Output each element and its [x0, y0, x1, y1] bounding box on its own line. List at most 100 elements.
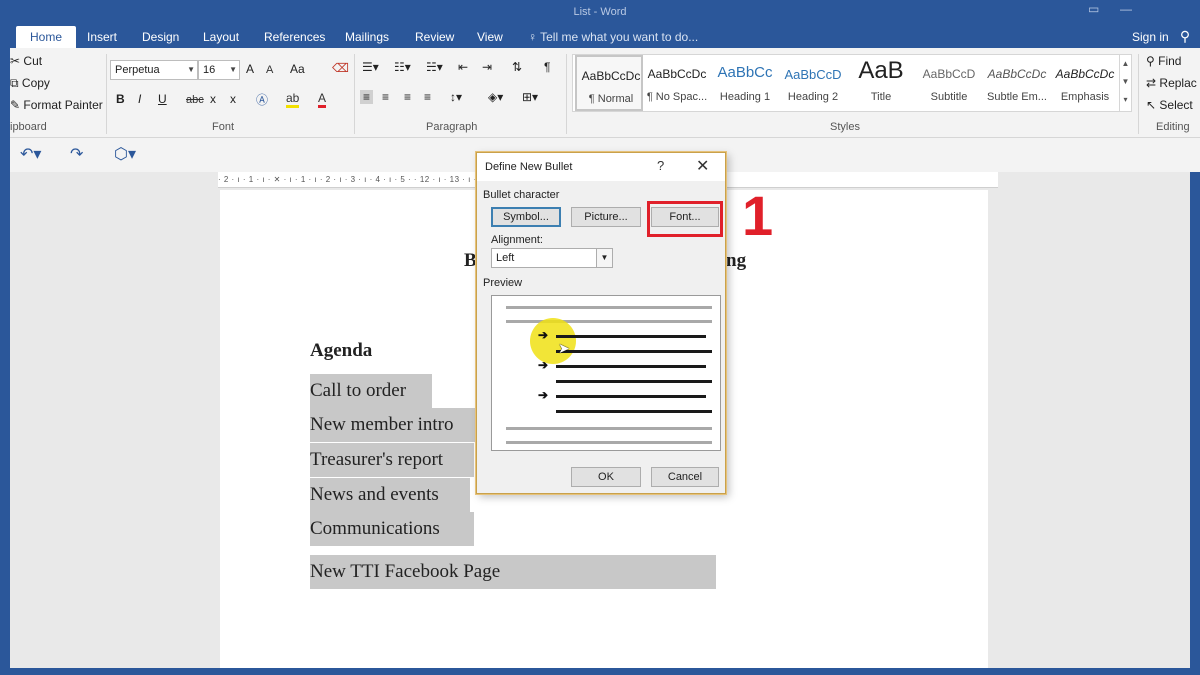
group-divider — [106, 54, 107, 134]
change-case-button[interactable]: Aa — [290, 62, 305, 76]
sort-icon[interactable]: ⇅ — [512, 60, 522, 74]
style-title[interactable]: AaB Title — [847, 55, 915, 111]
style-normal[interactable]: AaBbCcDc ¶ Normal — [575, 55, 643, 111]
style-subtitle[interactable]: AaBbCcD Subtitle — [915, 55, 983, 111]
style-preview: AaBbCc — [717, 64, 773, 81]
increase-indent-icon[interactable]: ⇥ — [482, 60, 492, 74]
list-item[interactable]: New TTI Facebook Page — [310, 555, 716, 589]
bullet-character-label: Bullet character — [483, 189, 560, 201]
preview-line — [556, 335, 706, 338]
list-item[interactable]: Call to order — [310, 374, 432, 408]
style-subtle-emphasis[interactable]: AaBbCcDc Subtle Em... — [983, 55, 1051, 111]
preview-line — [556, 365, 706, 368]
redo-icon[interactable]: ↷ — [70, 144, 83, 164]
style-preview: AaBbCcD — [922, 67, 976, 81]
tab-layout[interactable]: Layout — [199, 26, 243, 48]
style-emphasis[interactable]: AaBbCcDc Emphasis — [1051, 55, 1119, 111]
decrease-indent-icon[interactable]: ⇤ — [458, 60, 468, 74]
list-item[interactable]: Treasurer's report — [310, 443, 474, 477]
font-size-value: 16 — [203, 64, 216, 76]
font-group-label: Font — [212, 121, 235, 133]
cut-label: Cut — [23, 54, 43, 68]
tab-references[interactable]: References — [260, 26, 329, 48]
style-no-spacing[interactable]: AaBbCcDc ¶ No Spac... — [643, 55, 711, 111]
font-color-icon[interactable]: A — [318, 91, 327, 108]
align-left-icon[interactable]: ≡ — [360, 90, 374, 104]
underline-button[interactable]: U — [158, 92, 167, 106]
shrink-font-button[interactable]: A — [266, 64, 273, 76]
sign-in-link[interactable]: Sign in — [1132, 26, 1169, 48]
replace-button[interactable]: ⇄ Replac — [1146, 76, 1197, 90]
help-icon[interactable]: ? — [657, 158, 664, 173]
user-icon[interactable]: ⚲ — [1176, 28, 1194, 46]
style-name: Emphasis — [1060, 91, 1110, 103]
format-painter-button[interactable]: ✎ Format Painter — [10, 98, 103, 112]
justify-icon[interactable]: ≡ — [424, 90, 431, 104]
minimize-icon[interactable]: ▭ — [1088, 2, 1099, 16]
numbering-icon[interactable]: ☷▾ — [394, 60, 411, 74]
title-bar: List - Word ▭ — Home Insert Design Layou… — [0, 0, 1200, 48]
tab-mailings[interactable]: Mailings — [341, 26, 393, 48]
list-item[interactable]: New member intro — [310, 408, 480, 442]
preview-line — [556, 410, 712, 413]
find-button[interactable]: ⚲ Find — [1146, 54, 1181, 68]
ok-button[interactable]: OK — [571, 467, 641, 487]
select-button[interactable]: ↖ Select — [1146, 98, 1193, 112]
close-icon[interactable]: ✕ — [696, 156, 709, 176]
style-name: Subtle Em... — [987, 91, 1047, 103]
clear-formatting-icon[interactable]: ⌫ — [332, 61, 349, 75]
font-size-select[interactable]: 16 ▼ — [198, 60, 240, 80]
highlight-icon[interactable]: ab — [286, 91, 300, 108]
dialog-title-bar[interactable]: Define New Bullet ? ✕ — [477, 153, 725, 181]
pilcrow-icon[interactable]: ¶ — [544, 60, 550, 74]
style-preview: AaBbCcDc — [647, 67, 707, 81]
list-item[interactable]: Communications — [310, 512, 474, 546]
grow-font-button[interactable]: A — [246, 62, 254, 76]
replace-icon: ⇄ — [1146, 76, 1157, 90]
shading-icon[interactable]: ◈▾ — [488, 90, 503, 104]
font-name-value: Perpetua — [115, 64, 160, 76]
style-name: Heading 2 — [787, 91, 839, 103]
tell-me-search[interactable]: ♀ Tell me what you want to do... — [528, 26, 698, 48]
align-right-icon[interactable]: ≡ — [404, 90, 411, 104]
picture-button[interactable]: Picture... — [571, 207, 641, 227]
multilevel-list-icon[interactable]: ☵▾ — [426, 60, 443, 74]
tab-home[interactable]: Home — [16, 26, 77, 48]
line-spacing-icon[interactable]: ↕▾ — [450, 90, 462, 104]
define-new-bullet-dialog: Define New Bullet ? ✕ Bullet character S… — [476, 152, 726, 494]
editing-group-label: Editing — [1156, 121, 1190, 133]
customize-icon[interactable]: ⬡▾ — [114, 144, 136, 164]
copy-button[interactable]: ⧉ Copy — [10, 76, 50, 91]
alignment-select[interactable]: Left ▼ — [491, 248, 613, 268]
borders-icon[interactable]: ⊞▾ — [522, 90, 538, 104]
font-name-select[interactable]: Perpetua ▼ — [110, 60, 198, 80]
bold-button[interactable]: B — [116, 92, 125, 106]
superscript-button[interactable]: x — [230, 92, 236, 106]
list-item[interactable]: News and events — [310, 478, 470, 512]
alignment-value: Left — [496, 252, 515, 264]
style-name: Title — [870, 91, 892, 103]
styles-scroll[interactable]: ▲ ▼ ▾ — [1119, 55, 1131, 111]
tab-insert[interactable]: Insert — [83, 26, 121, 48]
subscript-button[interactable]: x — [210, 92, 216, 106]
tab-review[interactable]: Review — [411, 26, 458, 48]
cancel-button[interactable]: Cancel — [651, 467, 719, 487]
annotation-highlight-box — [647, 201, 723, 237]
align-center-icon[interactable]: ≡ — [382, 90, 389, 104]
maximize-icon[interactable]: — — [1120, 2, 1132, 16]
tab-view[interactable]: View — [473, 26, 507, 48]
search-icon: ⚲ — [1146, 54, 1155, 68]
tab-design[interactable]: Design — [138, 26, 183, 48]
symbol-button[interactable]: Symbol... — [491, 207, 561, 227]
undo-icon[interactable]: ↶▾ — [20, 144, 41, 164]
bullets-icon[interactable]: ☰▾ — [362, 60, 379, 74]
scissors-icon: ✂ — [10, 54, 21, 68]
strikethrough-button[interactable]: abc — [186, 94, 204, 106]
style-heading-2[interactable]: AaBbCcD Heading 2 — [779, 55, 847, 111]
text-effects-icon[interactable]: Ⓐ — [256, 91, 268, 108]
cut-button[interactable]: ✂ Cut — [10, 54, 42, 68]
style-heading-1[interactable]: AaBbCc Heading 1 — [711, 55, 779, 111]
italic-button[interactable]: I — [138, 92, 141, 106]
ribbon-tabs: Home Insert Design Layout References Mai… — [0, 26, 1200, 48]
clipboard-group-label: ipboard — [10, 121, 47, 133]
